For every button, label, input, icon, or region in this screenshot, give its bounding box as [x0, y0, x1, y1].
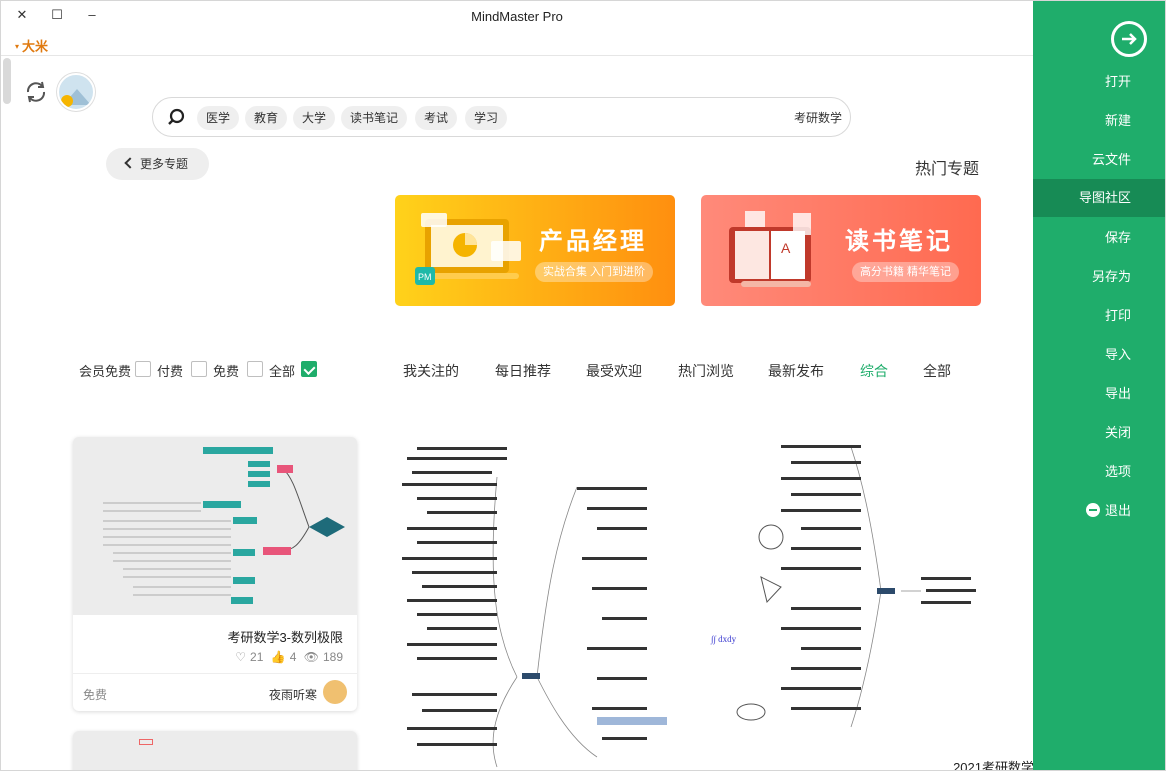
- app-window: MindMaster Pro ✕ ☐ ‒ ▾大米 医学 教育 大学 读书笔记: [0, 0, 1166, 771]
- mindmap-card[interactable]: 考研数学3-数列极限 ♡ 21 👍 4 👁 189 免费 夜雨听寒: [73, 437, 357, 711]
- banner-subtitle: 高分书籍 精华笔记: [851, 262, 959, 282]
- svg-text:PM: PM: [418, 272, 432, 282]
- filter-all-checkbox[interactable]: [301, 361, 317, 377]
- divider: [1, 55, 1033, 56]
- sidebar-item-print[interactable]: 打印: [1033, 297, 1165, 335]
- card-price: 免费: [83, 688, 108, 702]
- mindmap-card[interactable]: [73, 731, 357, 770]
- views-count: 189: [322, 650, 343, 664]
- tag-exam[interactable]: 考试: [415, 106, 458, 130]
- close-window-button[interactable]: ✕: [11, 5, 33, 25]
- refresh-icon[interactable]: [23, 79, 49, 105]
- mindmap-thumbnail[interactable]: ∫∫ dxdy: [701, 437, 981, 737]
- sidebar-item-cloud[interactable]: 云文件: [1033, 141, 1165, 179]
- card-author[interactable]: 夜雨听寒: [269, 686, 317, 703]
- tab-following[interactable]: 我关注的: [403, 361, 459, 381]
- banner-subtitle: 实战合集 入门到进阶: [534, 262, 653, 282]
- avatar[interactable]: [57, 73, 95, 111]
- book-illustration-icon: A: [729, 211, 811, 287]
- tab-comprehensive[interactable]: 综合: [860, 361, 888, 381]
- card-title[interactable]: 考研数学3-数列极限: [227, 627, 343, 646]
- tab-all[interactable]: 全部: [923, 361, 951, 381]
- sidebar-item-label: 退出: [1104, 503, 1131, 518]
- sidebar-item-close[interactable]: 关闭: [1033, 414, 1165, 452]
- tag-study[interactable]: 学习: [465, 106, 508, 130]
- banner-title: 产品经理: [539, 228, 647, 255]
- filter-member-free-checkbox[interactable]: [135, 361, 151, 377]
- sidebar-item-exit[interactable]: 退出: [1033, 492, 1165, 530]
- banner-product-manager[interactable]: PM 产品经理 实战合集 入门到进阶: [395, 195, 675, 306]
- vip-badge-icon: [61, 95, 73, 107]
- sidebar-item-export[interactable]: 导出: [1033, 375, 1165, 413]
- card-stats: ♡ 21 👍 4 👁 189: [231, 650, 343, 664]
- search-bar[interactable]: 医学 教育 大学 读书笔记 考试 学习 考研数学: [152, 97, 851, 137]
- search-input[interactable]: 考研数学: [794, 109, 842, 126]
- search-icon[interactable]: [167, 108, 185, 126]
- sidebar-item-community[interactable]: 导图社区: [1033, 179, 1165, 217]
- more-topics-button[interactable]: 更多专题: [106, 148, 209, 180]
- sidebar-item-open[interactable]: 打开: [1033, 63, 1165, 101]
- svg-text:∫∫ dxdy: ∫∫ dxdy: [710, 634, 737, 645]
- chevron-down-icon: ▾: [15, 42, 20, 51]
- chevron-left-icon: [124, 157, 136, 169]
- sidebar-item-save-as[interactable]: 另存为: [1033, 258, 1165, 296]
- tag-reading-notes[interactable]: 读书笔记: [341, 106, 408, 130]
- sidebar-item-save[interactable]: 保存: [1033, 219, 1165, 257]
- back-arrow-icon[interactable]: [1111, 21, 1147, 57]
- scrollbar-thumb[interactable]: [3, 58, 11, 104]
- filter-paid-label[interactable]: 付费: [157, 361, 183, 379]
- minimize-window-button[interactable]: ‒: [81, 5, 103, 25]
- user-menu[interactable]: ▾ 大米: [15, 36, 48, 55]
- card-thumbnail: [73, 437, 357, 615]
- more-topics-label: 更多专题: [140, 157, 189, 171]
- banner-reading-notes[interactable]: A 读书笔记 高分书籍 精华笔记: [701, 195, 981, 306]
- favorites-count: 21: [250, 650, 264, 664]
- card-thumbnail: [139, 739, 153, 745]
- tab-popular[interactable]: 最受欢迎: [586, 361, 642, 381]
- tab-daily[interactable]: 每日推荐: [495, 361, 551, 381]
- filter-free-label[interactable]: 免费: [213, 361, 239, 379]
- sidebar-item-import[interactable]: 导入: [1033, 336, 1165, 374]
- tag-college[interactable]: 大学: [293, 106, 336, 130]
- tag-medicine[interactable]: 医学: [197, 106, 240, 130]
- sidebar-item-new[interactable]: 新建: [1033, 102, 1165, 140]
- filter-free-checkbox[interactable]: [247, 361, 263, 377]
- maximize-window-button[interactable]: ☐: [46, 5, 68, 25]
- user-name: 大米: [22, 39, 49, 54]
- eye-icon: 👁: [303, 650, 319, 664]
- card-divider: [73, 673, 357, 674]
- exit-icon: [1085, 503, 1100, 517]
- sidebar: 打开 新建 云文件 导图社区 保存 另存为 打印 导入 导出 关闭 选项 退出: [1033, 1, 1165, 770]
- heart-icon: ♡: [235, 650, 247, 664]
- author-avatar[interactable]: [323, 680, 347, 704]
- tag-education[interactable]: 教育: [245, 106, 288, 130]
- laptop-illustration-icon: PM: [415, 213, 521, 285]
- svg-text:A: A: [781, 240, 791, 256]
- filter-member-free-label[interactable]: 会员免费: [79, 361, 131, 379]
- filter-paid-checkbox[interactable]: [191, 361, 207, 377]
- thumbs-up-icon: 👍: [270, 650, 286, 664]
- tab-hot[interactable]: 热门浏览: [678, 361, 734, 381]
- likes-count: 4: [289, 650, 297, 664]
- section-title: 热门专题: [914, 161, 979, 178]
- mindmap-thumbnail[interactable]: [397, 437, 677, 771]
- window-title: MindMaster Pro: [471, 9, 563, 24]
- tab-latest[interactable]: 最新发布: [768, 361, 824, 381]
- filter-all-label[interactable]: 全部: [269, 361, 295, 379]
- banner-title: 读书笔记: [845, 228, 953, 255]
- title-bar: MindMaster Pro ✕ ☐ ‒: [1, 1, 1033, 31]
- sidebar-item-options[interactable]: 选项: [1033, 453, 1165, 491]
